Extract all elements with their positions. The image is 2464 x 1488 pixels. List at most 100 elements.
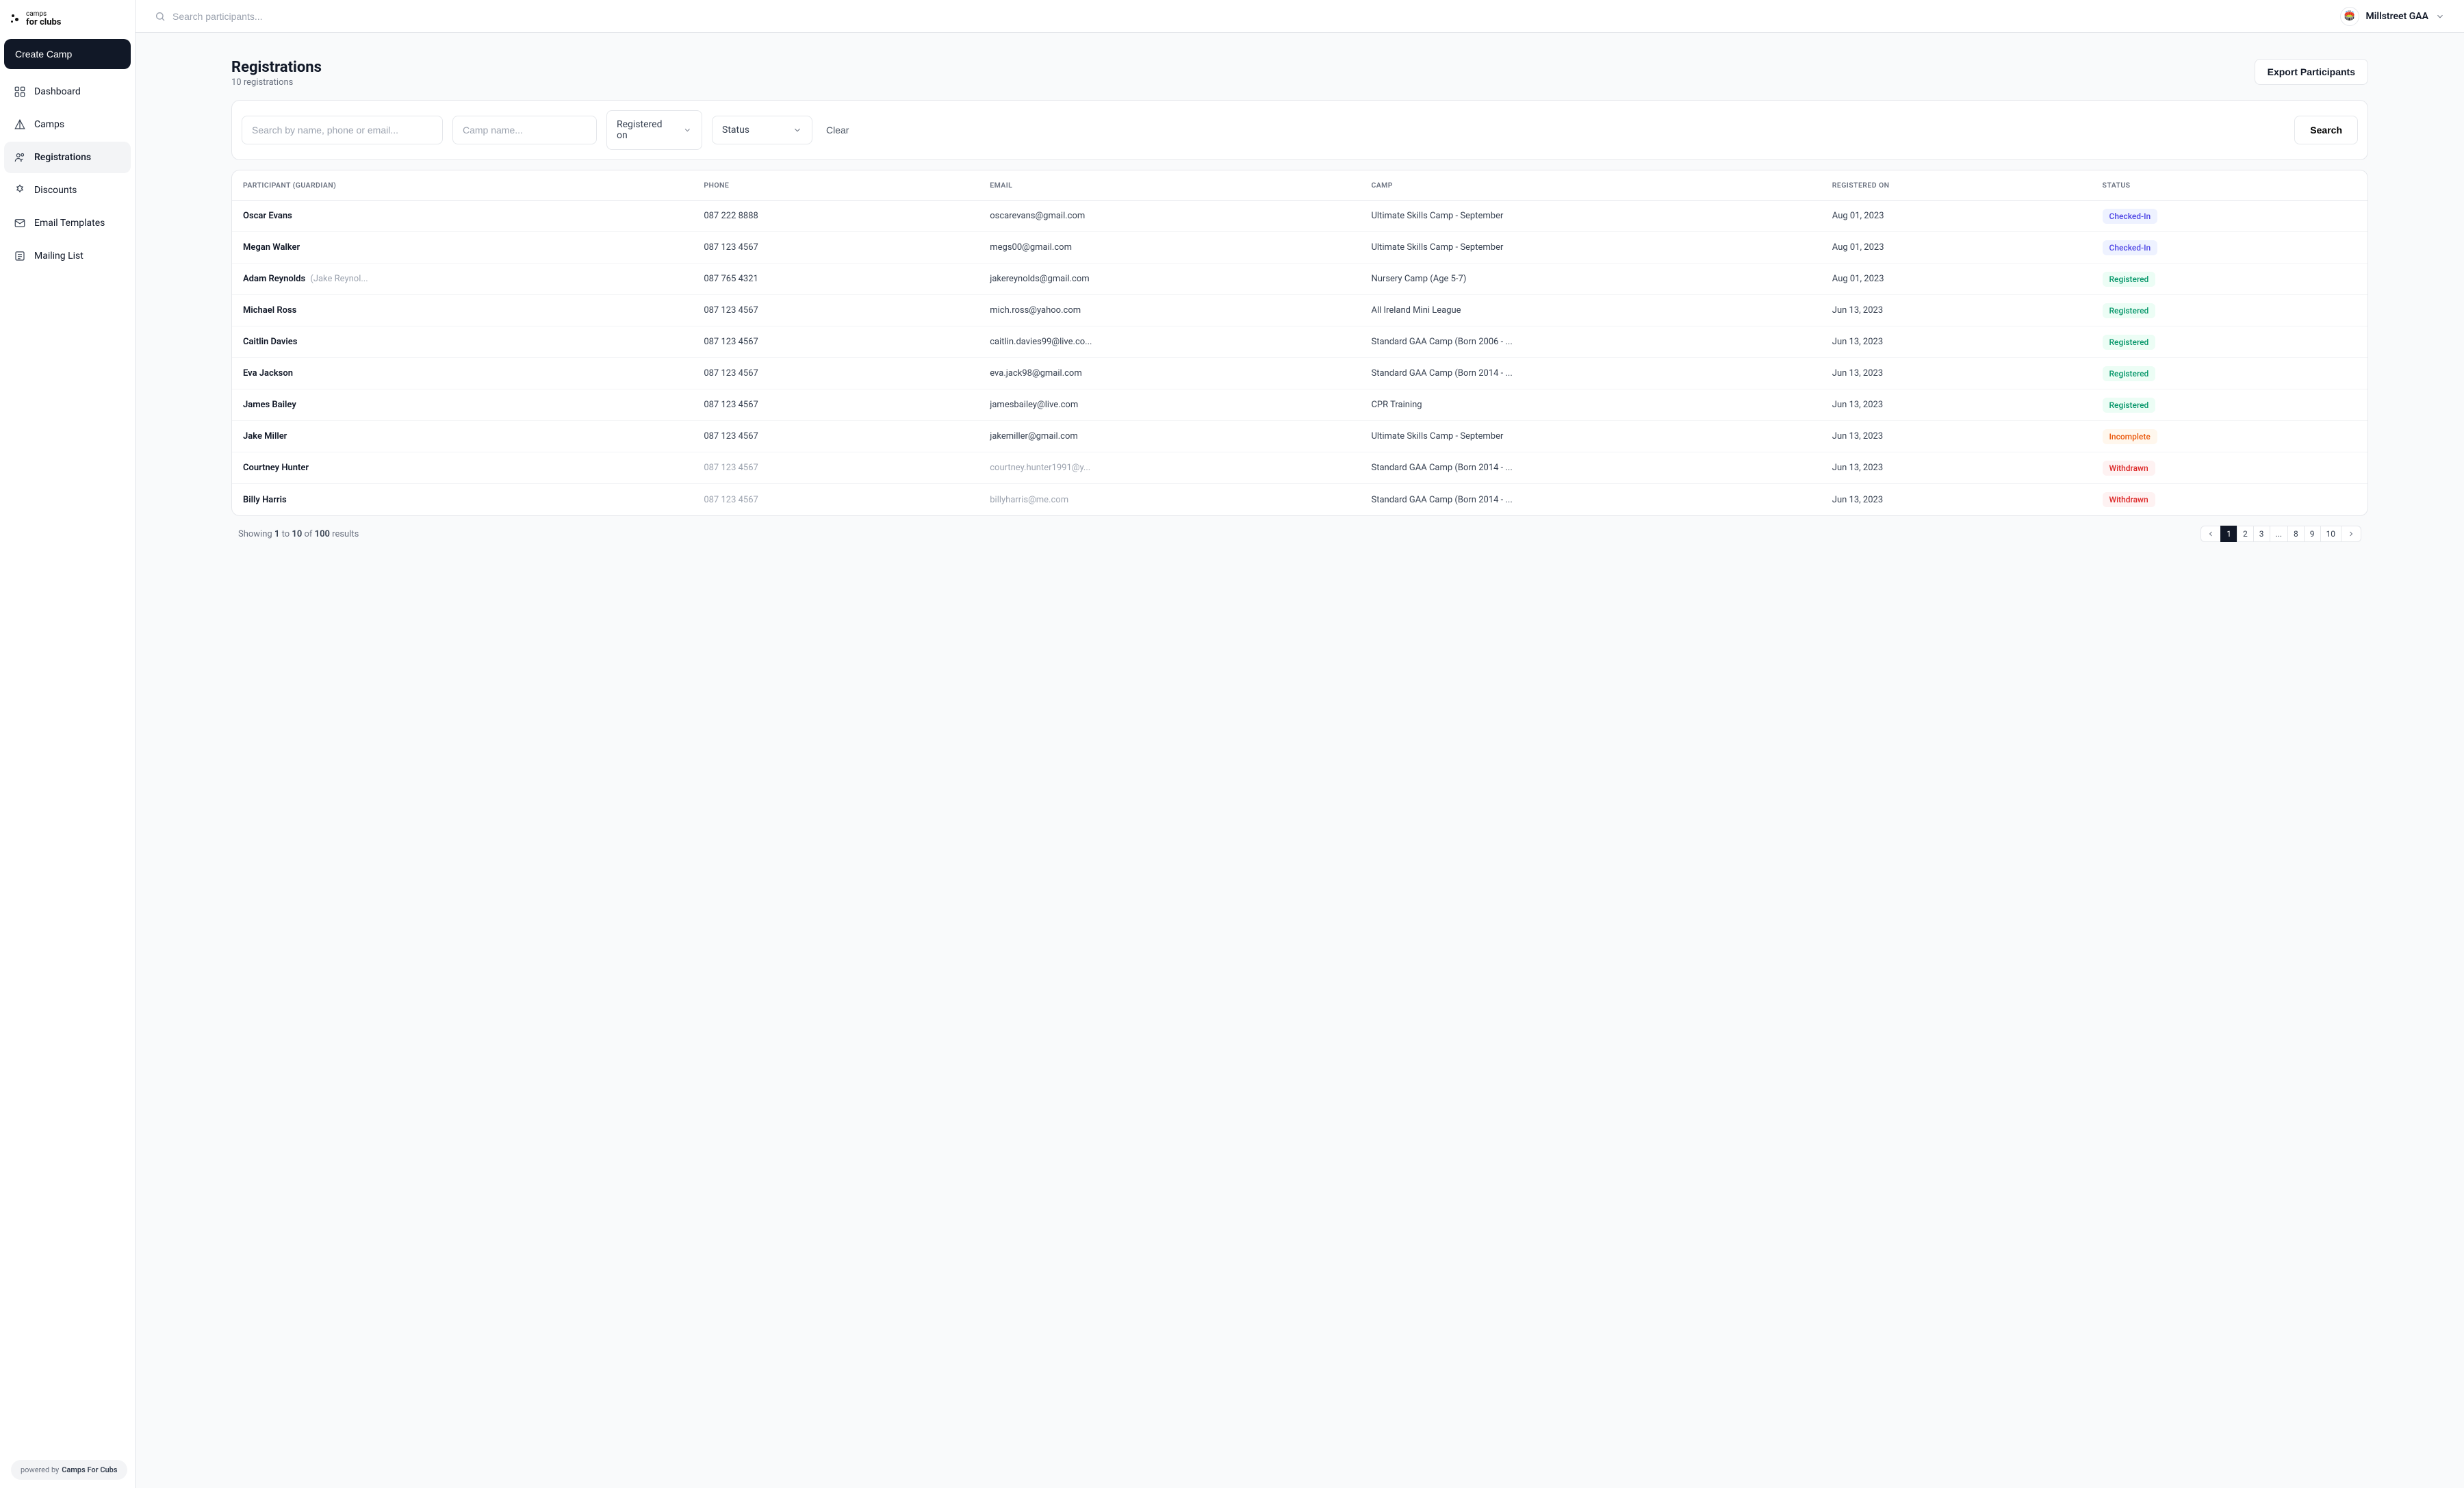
cell: Ultimate Skills Camp - September	[1371, 211, 1832, 221]
create-camp-button[interactable]: Create Camp	[4, 39, 131, 69]
pagination-page[interactable]: 2	[2237, 526, 2254, 542]
brand-line2: for clubs	[26, 18, 61, 27]
sidebar-item-registrations[interactable]: Registrations	[4, 142, 131, 173]
cell: 087 123 4567	[704, 305, 990, 316]
global-search-input[interactable]	[172, 11, 378, 22]
cell: jakereynolds@gmail.com	[990, 274, 1371, 284]
cell: jakemiller@gmail.com	[990, 431, 1371, 441]
chevron-down-icon	[2435, 12, 2445, 21]
pagination-page[interactable]: 1	[2220, 526, 2237, 542]
cell: Jun 13, 2023	[1832, 368, 2103, 379]
sidebar-item-label: Email Templates	[34, 218, 105, 229]
table-row[interactable]: Megan Walker087 123 4567megs00@gmail.com…	[232, 232, 2367, 264]
col-email: EMAIL	[990, 181, 1371, 190]
sidebar-item-label: Mailing List	[34, 251, 84, 261]
list-icon	[14, 250, 26, 262]
cell: 087 123 4567	[704, 431, 990, 441]
table-row[interactable]: Courtney Hunter087 123 4567courtney.hunt…	[232, 452, 2367, 484]
pagination-page[interactable]: 3	[2253, 526, 2270, 542]
cell-status: Registered	[2103, 366, 2357, 381]
cell: 087 765 4321	[704, 274, 990, 284]
org-avatar: 🏟️	[2340, 7, 2359, 26]
cell: Standard GAA Camp (Born 2014 - ...	[1371, 495, 1832, 505]
table-body: Oscar Evans087 222 8888oscarevans@gmail.…	[232, 201, 2367, 515]
table-row[interactable]: Caitlin Davies087 123 4567caitlin.davies…	[232, 326, 2367, 358]
cell-status: Checked-In	[2103, 240, 2357, 255]
filter-search-button[interactable]: Search	[2294, 116, 2358, 144]
table-row[interactable]: Eva Jackson087 123 4567eva.jack98@gmail.…	[232, 358, 2367, 389]
chevron-right-icon	[2347, 530, 2355, 538]
camps-icon	[14, 118, 26, 131]
table-row[interactable]: Billy Harris087 123 4567billyharris@me.c…	[232, 484, 2367, 515]
cell: caitlin.davies99@live.co...	[990, 337, 1371, 347]
cell-participant: Adam Reynolds (Jake Reynol...	[243, 274, 704, 284]
cell-status: Registered	[2103, 398, 2357, 413]
status-badge: Registered	[2103, 398, 2156, 413]
cell: 087 123 4567	[704, 463, 990, 473]
cell-status: Checked-In	[2103, 209, 2357, 224]
cell: Jun 13, 2023	[1832, 495, 2103, 505]
table-row[interactable]: Jake Miller087 123 4567jakemiller@gmail.…	[232, 421, 2367, 452]
logo-icon	[11, 14, 22, 25]
topbar: 🏟️ Millstreet GAA	[136, 0, 2464, 33]
export-participants-button[interactable]: Export Participants	[2255, 59, 2368, 85]
registrations-icon	[14, 151, 26, 164]
cell: Aug 01, 2023	[1832, 211, 2103, 221]
cell-status: Withdrawn	[2103, 492, 2357, 507]
pagination-page[interactable]: 8	[2287, 526, 2305, 542]
sidebar-item-mailing-list[interactable]: Mailing List	[4, 240, 131, 272]
status-badge: Checked-In	[2103, 209, 2158, 224]
page-subtitle: 10 registrations	[231, 77, 322, 88]
cell: megs00@gmail.com	[990, 242, 1371, 253]
chevron-down-icon	[683, 125, 692, 135]
cell: CPR Training	[1371, 400, 1832, 410]
cell: Jun 13, 2023	[1832, 463, 2103, 473]
filter-clear-button[interactable]: Clear	[822, 118, 853, 142]
sidebar-item-label: Dashboard	[34, 86, 81, 97]
table-footer: Showing 1 to 10 of 100 results 123...891…	[231, 516, 2368, 542]
cell: Aug 01, 2023	[1832, 242, 2103, 253]
table-row[interactable]: Michael Ross087 123 4567mich.ross@yahoo.…	[232, 295, 2367, 326]
table-row[interactable]: James Bailey087 123 4567jamesbailey@live…	[232, 389, 2367, 421]
cell: 087 222 8888	[704, 211, 990, 221]
cell-status: Incomplete	[2103, 429, 2357, 444]
org-switcher[interactable]: 🏟️ Millstreet GAA	[2340, 7, 2445, 26]
pagination-page[interactable]: 10	[2320, 526, 2342, 542]
pagination-next[interactable]	[2341, 526, 2361, 542]
status-badge: Registered	[2103, 272, 2156, 287]
cell: eva.jack98@gmail.com	[990, 368, 1371, 379]
cell-status: Registered	[2103, 272, 2357, 287]
cell-participant: Michael Ross	[243, 305, 704, 316]
filter-camp-input[interactable]	[452, 116, 597, 144]
pagination-prev[interactable]	[2200, 526, 2221, 542]
cell-participant: Billy Harris	[243, 495, 704, 505]
status-badge: Incomplete	[2103, 429, 2157, 444]
cell-participant: Eva Jackson	[243, 368, 704, 379]
sidebar-item-dashboard[interactable]: Dashboard	[4, 76, 131, 107]
cell: courtney.hunter1991@y...	[990, 463, 1371, 473]
cell: Standard GAA Camp (Born 2014 - ...	[1371, 463, 1832, 473]
dashboard-icon	[14, 86, 26, 98]
cell: billyharris@me.com	[990, 495, 1371, 505]
col-camp: CAMP	[1371, 181, 1832, 190]
sidebar-item-email-templates[interactable]: Email Templates	[4, 207, 131, 239]
cell: jamesbailey@live.com	[990, 400, 1371, 410]
filter-registered-on-select[interactable]: Registered on	[606, 110, 702, 150]
cell: Aug 01, 2023	[1832, 274, 2103, 284]
sidebar-item-camps[interactable]: Camps	[4, 109, 131, 140]
cell: oscarevans@gmail.com	[990, 211, 1371, 221]
cell: 087 123 4567	[704, 400, 990, 410]
sidebar-item-label: Discounts	[34, 185, 77, 196]
pagination-page[interactable]: 9	[2304, 526, 2321, 542]
table-row[interactable]: Adam Reynolds (Jake Reynol...087 765 432…	[232, 264, 2367, 295]
filter-search-input[interactable]	[242, 116, 443, 144]
sidebar-item-discounts[interactable]: Discounts	[4, 175, 131, 206]
cell-status: Registered	[2103, 303, 2357, 318]
chevron-down-icon	[793, 125, 802, 135]
cell-status: Registered	[2103, 335, 2357, 350]
col-status: STATUS	[2103, 181, 2357, 190]
col-participant: PARTICIPANT (GUARDIAN)	[243, 181, 704, 190]
filter-status-select[interactable]: Status	[712, 116, 812, 144]
table-row[interactable]: Oscar Evans087 222 8888oscarevans@gmail.…	[232, 201, 2367, 232]
status-badge: Registered	[2103, 335, 2156, 350]
